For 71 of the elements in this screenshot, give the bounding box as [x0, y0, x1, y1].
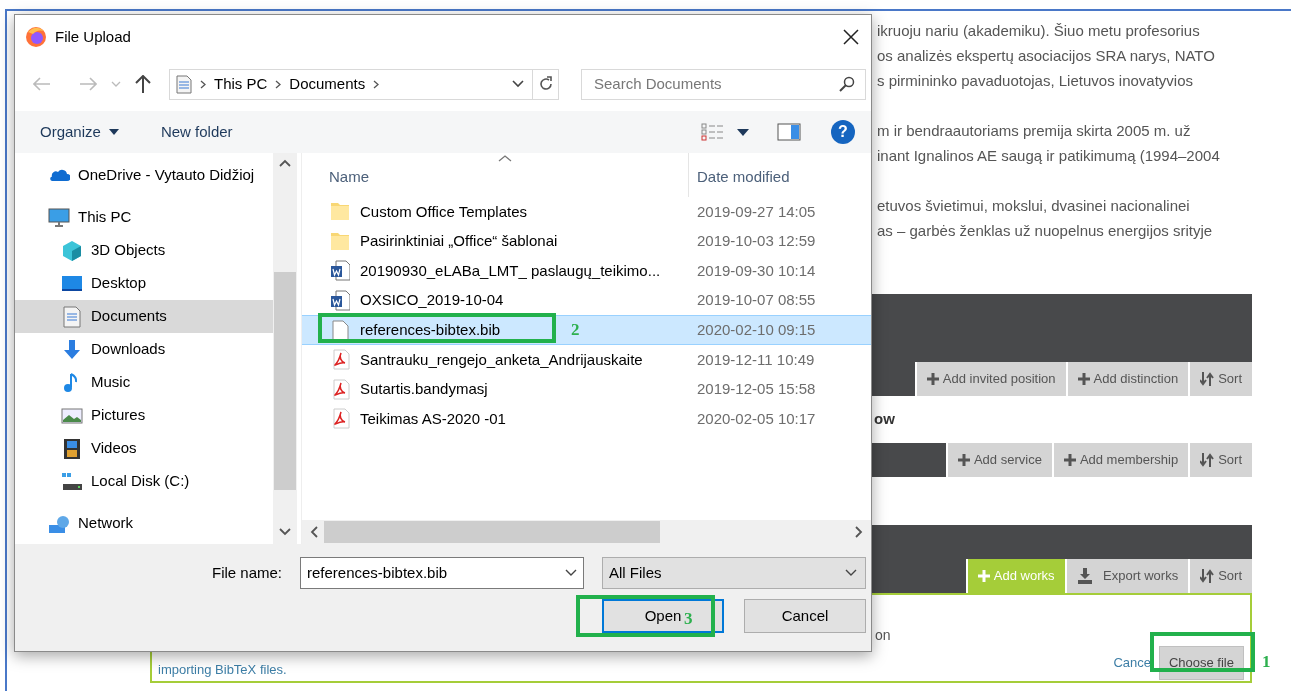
file-row[interactable]: Custom Office Templates 2019-09-27 14:05 [302, 197, 871, 227]
date-modified: 2019-10-03 12:59 [696, 231, 816, 252]
breadcrumb-item[interactable]: This PC [214, 72, 268, 96]
date-modified: 2019-12-11 10:49 [696, 349, 815, 370]
file-name: Teikimas AS-2020 -01 [360, 408, 506, 429]
add-button[interactable]: Add membership [1053, 443, 1189, 477]
add-button[interactable]: Add service [947, 443, 1052, 477]
paragraph-line: os analizės ekspertų asociacijos SRA narys, NATO [877, 46, 1216, 66]
paragraph-line: as – garbės ženklas už nuopelnus energijos srityje [877, 221, 1214, 241]
date-modified: 2019-12-05 15:58 [696, 379, 816, 400]
address-bar[interactable]: This PC Documents [169, 68, 559, 100]
date-modified: 2020-02-05 10:17 [696, 408, 816, 429]
date-modified: 2019-09-27 14:05 [696, 201, 816, 222]
export-button[interactable]: Export works [1066, 559, 1189, 593]
file-name-combo[interactable]: references-bibtex.bib [300, 557, 584, 589]
nav-item[interactable]: OneDrive - Vytauto Didžioj [15, 159, 273, 192]
paragraph-line: ikruoju nariu (akademiku). Šiuo metu profesorius [877, 21, 1201, 41]
date-modified: 2019-09-30 10:14 [696, 260, 816, 281]
help-link[interactable]: importing BibTeX files. [158, 660, 287, 680]
nav-item[interactable]: 3D Objects [15, 234, 273, 267]
organize-menu[interactable]: Organize [40, 120, 119, 144]
date-modified: 2020-02-10 09:15 [696, 319, 816, 340]
paragraph-line: m ir bendraautoriams premija skirta 2005 m. už [877, 121, 1192, 141]
step-number: 2 [571, 319, 580, 341]
file-name: Custom Office Templates [360, 201, 527, 222]
file-row[interactable]: OXSICO_2019-10-04 2019-10-07 08:55 [302, 285, 871, 316]
step-number: 3 [684, 608, 693, 630]
file-row[interactable]: Pasirinktiniai „Office“ šablonai 2019-10-03 12:59 [302, 226, 871, 257]
file-row[interactable]: Teikimas AS-2020 -01 2020-02-05 10:17 [302, 404, 871, 434]
file-name: OXSICO_2019-10-04 [360, 290, 504, 311]
nav-item[interactable]: Music [15, 366, 273, 399]
file-row[interactable]: Santrauku_rengejo_anketa_Andrijauskaite 2019-12-11 10:49 [302, 344, 871, 375]
step-number: 1 [1262, 651, 1271, 673]
new-folder-button[interactable]: New folder [160, 120, 233, 144]
date-modified: 2019-10-07 08:55 [696, 290, 816, 311]
breadcrumb-item[interactable]: Documents [289, 72, 366, 96]
column-header[interactable]: Date modified [697, 168, 790, 185]
nav-item[interactable]: Downloads [15, 333, 273, 366]
partial-link[interactable]: Cance [1113, 653, 1151, 673]
nav-item[interactable]: Documents [15, 300, 273, 333]
paragraph-line: s pirmininko pavaduotojas, Lietuvos inovatyvios [877, 71, 1194, 91]
paragraph-line: etuvos švietimui, mokslui, dvasinei nacionalinei [877, 196, 1191, 216]
file-name: Pasirinktiniai „Office“ šablonai [360, 231, 558, 252]
file-name-field[interactable]: references-bibtex.bib [305, 560, 565, 586]
window-title: File Upload [55, 26, 131, 47]
field-label: File name: [210, 562, 282, 583]
file-name: references-bibtex.bib [360, 319, 501, 340]
add-button[interactable]: Add distinction [1067, 362, 1189, 396]
cancel-button[interactable]: Cancel [744, 599, 866, 633]
help-button[interactable]: ? [831, 120, 855, 144]
file-name: Sutartis.bandymasj [360, 379, 488, 400]
file-name: 20190930_eLABa_LMT_ paslaugų_teikimo... [360, 260, 661, 281]
sort-button[interactable]: Sort [1190, 443, 1252, 477]
sort-button[interactable]: Sort [1190, 559, 1252, 593]
add-button[interactable]: Add invited position [916, 362, 1066, 396]
nav-item[interactable]: Pictures [15, 399, 273, 432]
paragraph-line: inant Ignalinos AE saugą ir patikimumą (1994–2004 [877, 146, 1221, 166]
column-header[interactable]: Name [329, 168, 369, 185]
nav-item[interactable]: Desktop [15, 267, 273, 300]
file-type-dropdown[interactable]: All Files [602, 557, 866, 589]
panel-text: on [875, 626, 892, 645]
file-row[interactable]: 20190930_eLABa_LMT_ paslaugų_teikimo... 2019-09-30 10:14 [302, 256, 871, 286]
nav-item[interactable]: Videos [15, 432, 273, 465]
nav-item[interactable]: Local Disk (C:) [15, 465, 273, 498]
nav-item[interactable]: This PC [15, 201, 273, 234]
search-box[interactable]: Search Documents [581, 68, 866, 100]
sort-button[interactable]: Sort [1190, 362, 1252, 396]
section-heading: ow [874, 409, 896, 429]
file-name: Santrauku_rengejo_anketa_Andrijauskaite [360, 349, 643, 370]
file-row[interactable]: Sutartis.bandymasj 2019-12-05 15:58 [302, 374, 871, 405]
nav-item[interactable]: Network [15, 507, 273, 540]
